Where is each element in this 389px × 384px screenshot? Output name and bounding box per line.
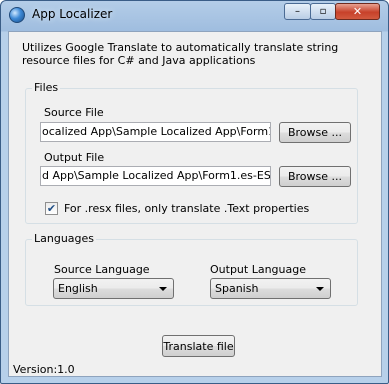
client-area: Utilizes Google Translate to automatical… bbox=[8, 31, 382, 377]
title-bar[interactable]: App Localizer – ▫ ✕ bbox=[1, 1, 388, 31]
globe-icon bbox=[9, 7, 25, 23]
output-file-input[interactable]: d App\Sample Localized App\Form1.es-ES.r… bbox=[40, 166, 271, 186]
output-language-value: Spanish bbox=[215, 282, 259, 295]
text-properties-checkbox[interactable]: ✔ bbox=[45, 202, 58, 215]
chevron-down-icon bbox=[316, 287, 324, 291]
source-file-input[interactable]: ocalized App\Sample Localized App\Form1.… bbox=[40, 122, 271, 142]
languages-group-label: Languages bbox=[32, 232, 97, 245]
browse-source-button[interactable]: Browse ... bbox=[279, 122, 351, 143]
source-language-select[interactable]: English bbox=[53, 278, 174, 299]
output-language-select[interactable]: Spanish bbox=[210, 278, 331, 299]
text-properties-label: For .resx files, only translate .Text pr… bbox=[64, 202, 310, 215]
browse-output-button[interactable]: Browse ... bbox=[279, 166, 351, 187]
source-language-value: English bbox=[58, 282, 98, 295]
window-title: App Localizer bbox=[32, 7, 113, 21]
source-file-label: Source File bbox=[44, 106, 104, 119]
chevron-down-icon bbox=[159, 287, 167, 291]
description-text: Utilizes Google Translate to automatical… bbox=[22, 41, 339, 67]
version-status: Version:1.0 bbox=[13, 363, 75, 376]
files-group-label: Files bbox=[32, 81, 61, 94]
output-file-label: Output File bbox=[44, 151, 105, 164]
output-language-label: Output Language bbox=[210, 263, 306, 276]
maximize-button[interactable]: ▫ bbox=[310, 3, 336, 20]
source-language-label: Source Language bbox=[54, 263, 150, 276]
translate-file-button[interactable]: Translate file bbox=[162, 335, 235, 357]
app-window: App Localizer – ▫ ✕ Utilizes Google Tran… bbox=[0, 0, 389, 384]
close-button[interactable]: ✕ bbox=[335, 3, 380, 20]
minimize-button[interactable]: – bbox=[284, 3, 311, 20]
